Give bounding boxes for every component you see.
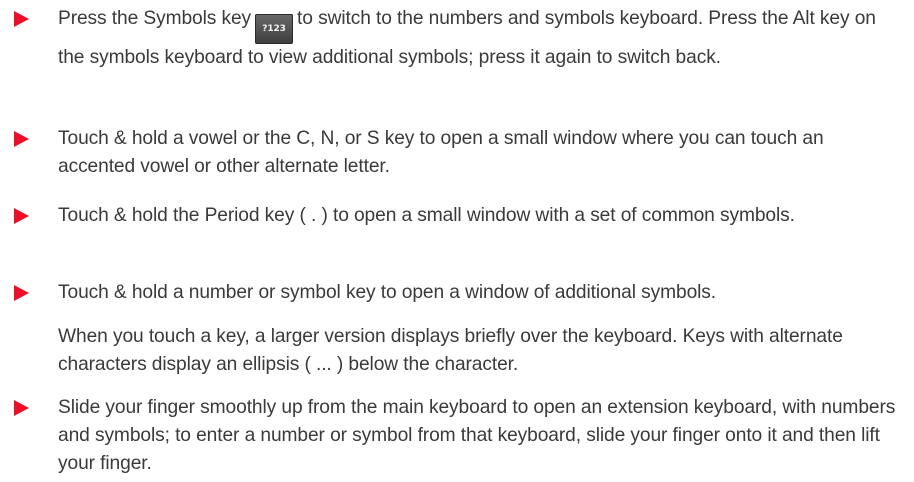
symbols-key-instruction-lead: Press the Symbols key bbox=[58, 8, 252, 29]
list-item-text: Slide your finger smoothly up from the m… bbox=[58, 397, 896, 474]
list-item-text: Touch & hold the Period key ( . ) to ope… bbox=[58, 205, 795, 226]
right-triangle-bullet-icon bbox=[14, 208, 29, 224]
list-item-note: When you touch a key, a larger version d… bbox=[58, 326, 843, 375]
list-item-text: Touch & hold a number or symbol key to o… bbox=[58, 282, 717, 303]
right-triangle-bullet-icon bbox=[14, 285, 29, 301]
symbols-key-icon: ?123 bbox=[255, 14, 294, 44]
list-item-text: Press the Symbols key ?123 to switch to th… bbox=[58, 5, 903, 72]
right-triangle-bullet-icon bbox=[14, 131, 29, 147]
right-triangle-bullet-icon bbox=[14, 11, 29, 27]
list-item-text: Touch & hold a vowel or the C, N, or S k… bbox=[58, 128, 824, 177]
right-triangle-bullet-icon bbox=[14, 400, 29, 416]
